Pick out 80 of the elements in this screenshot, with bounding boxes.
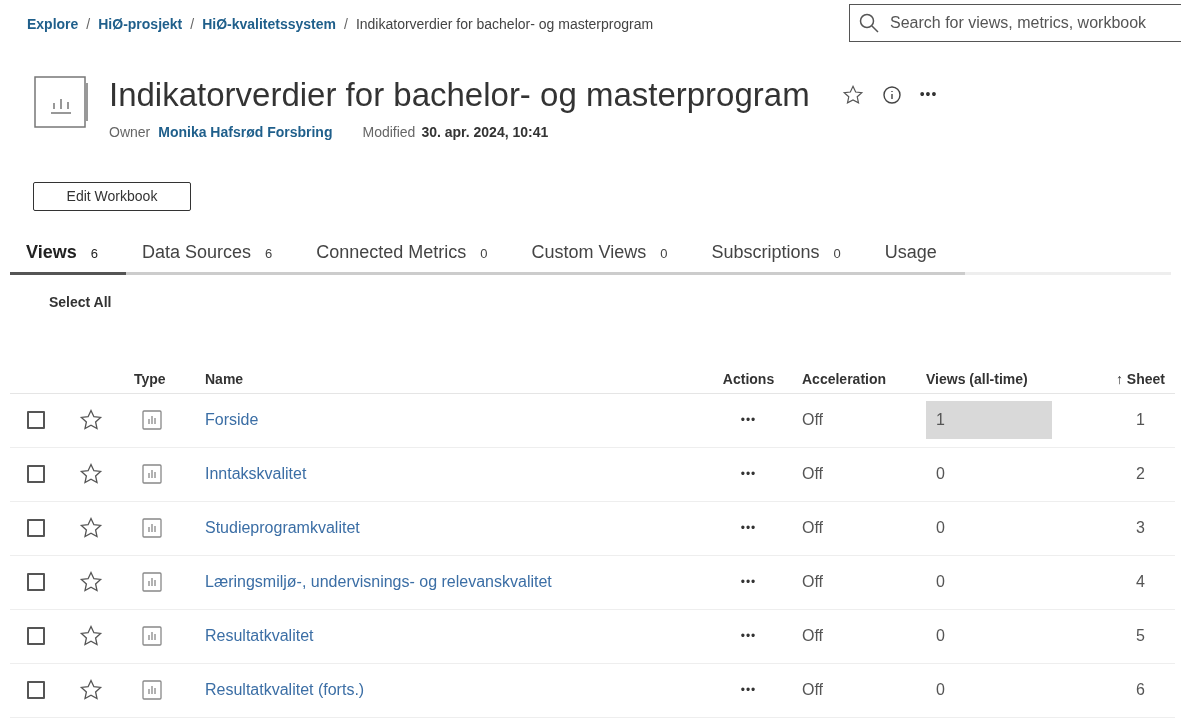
more-options-button[interactable]: ••• — [740, 627, 757, 645]
bar-chart-icon — [142, 572, 162, 592]
view-name-link[interactable]: Forside — [205, 408, 695, 432]
workbook-icon — [33, 75, 89, 129]
owner-label: Owner — [109, 122, 151, 142]
views-count: 0 — [935, 626, 946, 646]
tab[interactable]: Custom Views 0 — [515, 238, 696, 275]
acceleration-value: Off — [802, 410, 825, 430]
bar-chart-icon — [142, 410, 162, 430]
owner-link[interactable]: Monika Hafsrød Forsbring — [158, 121, 333, 143]
search-icon — [859, 13, 879, 33]
tab[interactable]: Views 6 — [10, 238, 126, 275]
star-icon[interactable] — [79, 678, 103, 702]
column-header[interactable]: Actions — [695, 368, 802, 390]
breadcrumb-separator: / — [190, 15, 195, 34]
bar-chart-icon — [142, 464, 162, 484]
tab[interactable]: Usage — [868, 238, 965, 275]
bar-chart-icon — [142, 680, 162, 700]
sheet-number: 5 — [1135, 626, 1145, 646]
star-icon[interactable] — [79, 462, 103, 486]
star-icon[interactable] — [79, 516, 103, 540]
modified-label: Modified — [362, 122, 416, 142]
more-options-button[interactable]: ••• — [740, 465, 757, 483]
edit-workbook-button[interactable]: Edit Workbook — [33, 181, 191, 211]
select-all-button[interactable]: Select All — [49, 291, 112, 313]
breadcrumb-link[interactable]: HiØ-prosjekt — [98, 14, 183, 35]
more-options-button[interactable]: ••• — [740, 411, 757, 429]
workbook-title: Indikatorverdier for bachelor- og masterprogram — [109, 75, 810, 115]
view-name-link[interactable]: Resultatkvalitet (forts.) — [205, 678, 695, 702]
tab[interactable]: Subscriptions 0 — [695, 238, 869, 275]
view-name-link[interactable]: Inntakskvalitet — [205, 462, 695, 486]
checkbox[interactable] — [27, 627, 45, 645]
acceleration-value: Off — [802, 626, 825, 646]
more-options-button[interactable]: ••• — [740, 573, 757, 591]
sheet-number: 1 — [1135, 410, 1145, 430]
column-header[interactable]: Acceleration — [802, 368, 926, 390]
checkbox[interactable] — [27, 465, 45, 483]
bar-chart-icon — [142, 518, 162, 538]
acceleration-value: Off — [802, 572, 825, 592]
more-options-button[interactable]: ••• — [740, 681, 757, 699]
tab[interactable]: Data Sources 6 — [125, 238, 301, 275]
breadcrumb-separator: / — [86, 15, 91, 34]
views-count: 1 — [926, 401, 1052, 439]
tab[interactable]: Connected Metrics 0 — [300, 238, 516, 275]
view-name-link[interactable]: Læringsmiljø-, undervisnings- og relevanskvalitet — [205, 570, 695, 594]
views-count: 0 — [935, 518, 946, 538]
checkbox[interactable] — [27, 681, 45, 699]
views-count: 0 — [935, 680, 946, 700]
bar-chart-icon — [142, 626, 162, 646]
checkbox[interactable] — [27, 411, 45, 429]
star-icon[interactable] — [79, 408, 103, 432]
star-icon[interactable] — [841, 83, 864, 106]
more-options-button[interactable]: ••• — [919, 84, 938, 106]
view-name-link[interactable]: Studieprogramkvalitet — [205, 516, 695, 540]
column-header[interactable]: Type — [134, 368, 205, 390]
more-options-button[interactable]: ••• — [740, 519, 757, 537]
column-header[interactable]: Views (all-time) — [926, 368, 1076, 390]
breadcrumb-link[interactable]: Explore — [27, 14, 79, 35]
star-icon[interactable] — [79, 624, 103, 648]
acceleration-value: Off — [802, 518, 825, 538]
modified-date: 30. apr. 2024, 10:41 — [421, 122, 549, 142]
sheet-number: 4 — [1135, 572, 1145, 592]
views-count: 0 — [935, 464, 946, 484]
breadcrumb-current: Indikatorverdier for bachelor- og masterprogram — [355, 15, 654, 34]
search-field[interactable]: Search for views, metrics, workbook — [849, 4, 1181, 42]
acceleration-value: Off — [802, 464, 825, 484]
checkbox[interactable] — [27, 519, 45, 537]
column-header[interactable]: ↑ Sheet — [1076, 368, 1165, 390]
sheet-number: 2 — [1135, 464, 1145, 484]
column-header[interactable]: Name — [205, 368, 695, 390]
views-count: 0 — [935, 572, 946, 592]
sheet-number: 3 — [1135, 518, 1145, 538]
acceleration-value: Off — [802, 680, 825, 700]
sheet-number: 6 — [1135, 680, 1145, 700]
breadcrumb-link[interactable]: HiØ-kvalitetssystem — [202, 14, 336, 35]
star-icon[interactable] — [79, 570, 103, 594]
info-icon[interactable] — [881, 84, 902, 105]
view-name-link[interactable]: Resultatkvalitet — [205, 624, 695, 648]
breadcrumb-separator: / — [344, 15, 348, 34]
checkbox[interactable] — [27, 573, 45, 591]
